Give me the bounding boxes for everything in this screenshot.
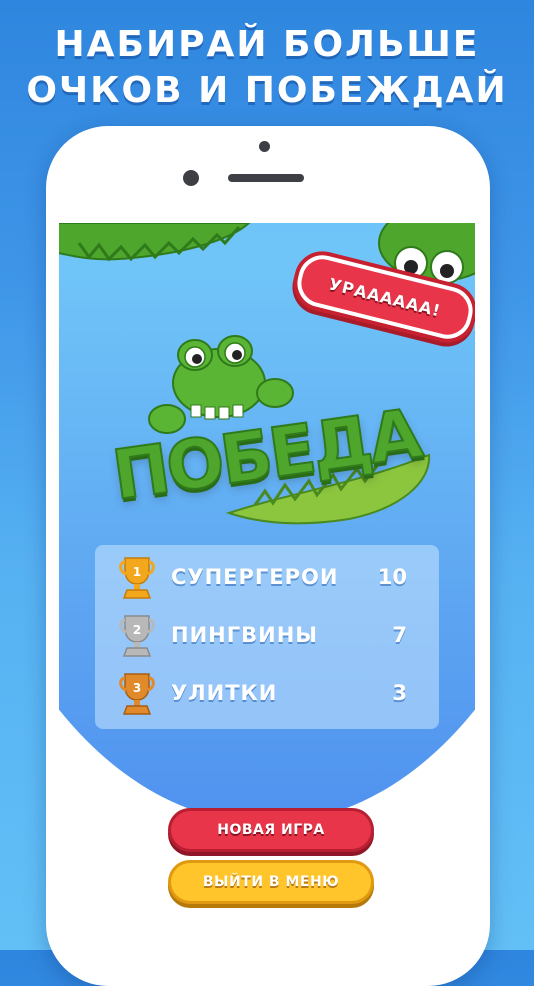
camera-dot [259,141,270,152]
team-name: СУПЕРГЕРОИ [171,565,339,589]
new-game-button[interactable]: НОВАЯ ИГРА [171,811,371,849]
score-row-1: 1 СУПЕРГЕРОИ 10 [95,549,439,605]
gold-trophy-icon: 1 [119,557,155,599]
earpiece-speaker [228,174,304,182]
bronze-trophy-icon: 3 [119,673,155,715]
team-score: 10 [377,565,407,589]
front-camera [183,170,199,186]
team-score: 7 [392,623,407,647]
trophy-place-1: 1 [133,565,141,579]
promo-headline-line2: ОЧКОВ И ПОБЕЖДАЙ [26,70,508,111]
score-row-2: 2 ПИНГВИНЫ 7 [95,607,439,663]
cheer-badge-label: УРАААААА! [327,273,443,321]
team-name: ПИНГВИНЫ [171,623,319,647]
promo-headline: НАБИРАЙ БОЛЬШЕ ОЧКОВ И ПОБЕЖДАЙ [0,22,534,114]
game-screen: УРАААААА! ПОБЕДА 1 СУПЕРГЕРОИ 10 2 ПИНГВ… [59,223,475,950]
promo-headline-line1: НАБИРАЙ БОЛЬШЕ [54,24,480,65]
silver-trophy-icon: 2 [119,615,155,657]
team-name: УЛИТКИ [171,681,278,705]
trophy-place-3: 3 [133,681,141,695]
scoreboard: 1 СУПЕРГЕРОИ 10 2 ПИНГВИНЫ 7 3 УЛИТКИ 3 [95,545,439,729]
score-row-3: 3 УЛИТКИ 3 [95,665,439,721]
exit-to-menu-button[interactable]: ВЫЙТИ В МЕНЮ [171,863,371,901]
trophy-place-2: 2 [133,623,141,637]
team-score: 3 [392,681,407,705]
